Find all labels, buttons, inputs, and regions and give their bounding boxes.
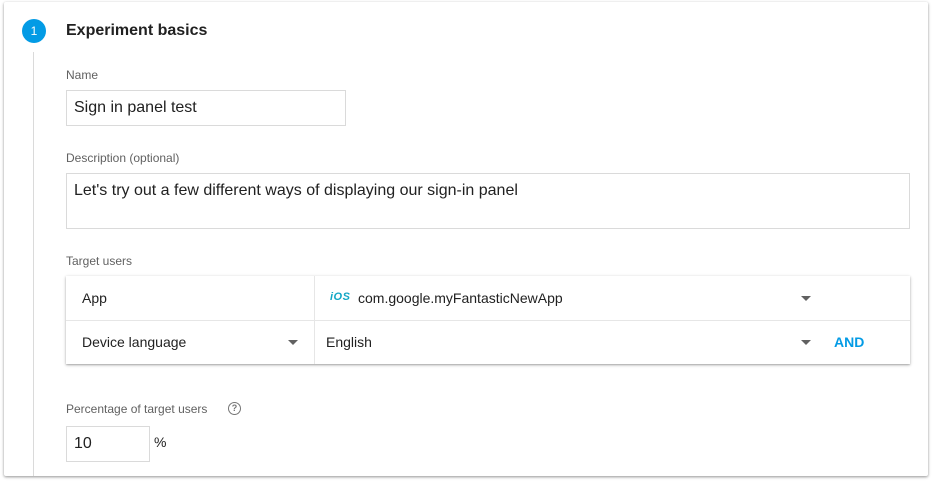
chevron-down-icon [801,296,811,301]
target-users-label: Target users [66,254,133,268]
language-value: English [326,334,372,350]
condition-select[interactable]: Device language [66,321,314,364]
description-textarea[interactable]: Let's try out a few different ways of di… [66,173,910,229]
app-value: com.google.myFantasticNewApp [358,290,563,306]
percentage-label: Percentage of target users [66,402,208,416]
chevron-down-icon [801,340,811,345]
percentage-input[interactable] [66,426,150,462]
name-input[interactable] [66,90,346,126]
experiment-card: 1 Experiment basics Name Description (op… [4,2,928,476]
name-label: Name [66,68,99,82]
condition-app-label: App [82,290,107,306]
step-connector-line [33,52,34,476]
help-icon[interactable]: ? [228,402,241,415]
target-users-table: App iOS com.google.myFantasticNewApp Dev… [66,276,910,364]
target-row-language: Device language English AND [66,321,910,364]
language-select[interactable]: English [315,321,815,364]
step-number-badge: 1 [22,19,46,43]
condition-language-label: Device language [82,334,187,350]
app-select[interactable]: iOS com.google.myFantasticNewApp [315,276,815,320]
ios-icon: iOS [330,291,351,303]
description-label: Description (optional) [66,151,180,165]
step-title: Experiment basics [66,22,208,39]
and-button[interactable]: AND [834,334,864,350]
target-row-app: App iOS com.google.myFantasticNewApp [66,276,910,321]
chevron-down-icon [288,340,298,345]
percent-unit: % [154,434,167,450]
